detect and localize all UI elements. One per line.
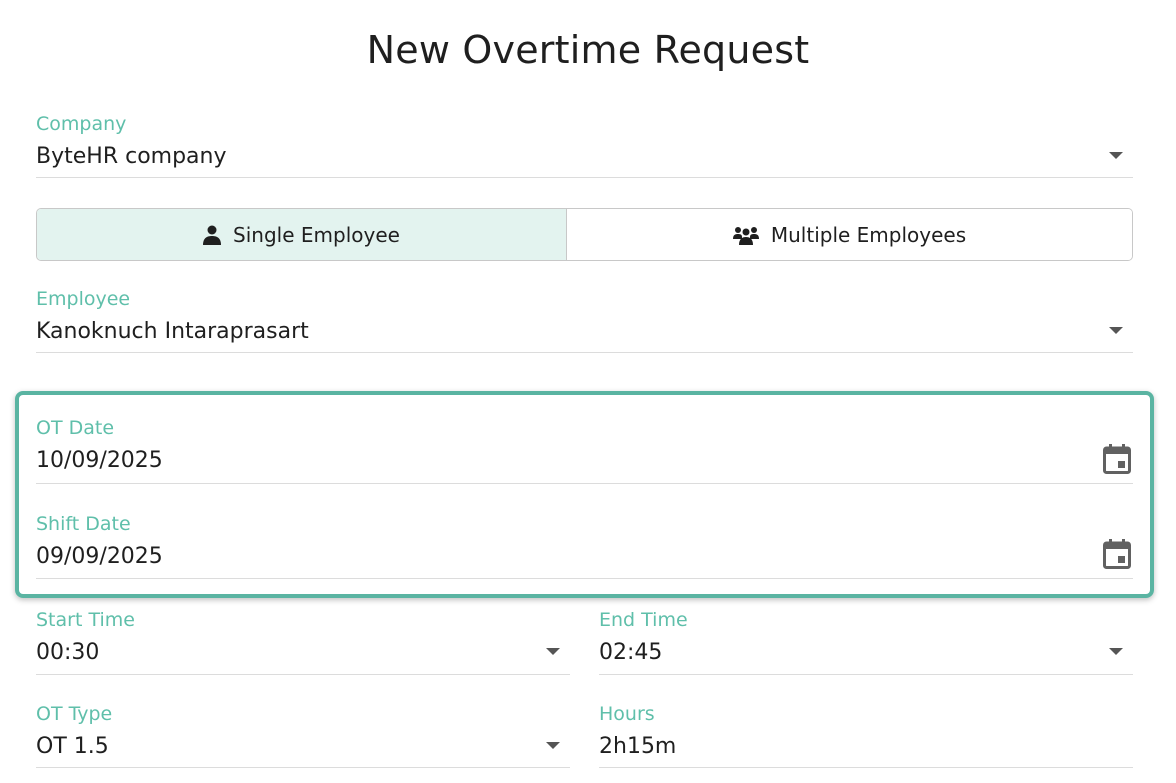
end-time-underline — [599, 674, 1133, 675]
hours-label: Hours — [599, 703, 655, 725]
ot-type-underline — [36, 767, 570, 768]
chevron-down-icon[interactable] — [1109, 152, 1123, 159]
chevron-down-icon[interactable] — [546, 648, 560, 655]
end-time-select[interactable]: End Time 02:45 — [599, 608, 1133, 675]
shift-date-value: 09/09/2025 — [36, 544, 163, 569]
ot-date-label: OT Date — [36, 417, 115, 439]
ot-type-select[interactable]: OT Type OT 1.5 — [36, 702, 570, 768]
ot-type-label: OT Type — [36, 703, 113, 725]
single-employee-label: Single Employee — [233, 222, 400, 247]
chevron-down-icon[interactable] — [546, 742, 560, 749]
start-time-label: Start Time — [36, 609, 135, 631]
employee-value: Kanoknuch Intaraprasart — [36, 319, 309, 344]
end-time-value: 02:45 — [599, 640, 663, 665]
ot-date-field[interactable]: OT Date 10/09/2025 — [36, 416, 1133, 484]
calendar-icon[interactable] — [1103, 539, 1131, 569]
hours-field: Hours 2h15m — [599, 702, 1133, 768]
hours-value: 2h15m — [599, 734, 677, 759]
shift-date-underline — [36, 578, 1133, 579]
end-time-label: End Time — [599, 609, 688, 631]
hours-underline — [599, 767, 1133, 768]
shift-date-label: Shift Date — [36, 513, 131, 535]
company-label: Company — [36, 113, 127, 135]
shift-date-field[interactable]: Shift Date 09/09/2025 — [36, 512, 1133, 579]
ot-type-value: OT 1.5 — [36, 734, 109, 759]
employee-select[interactable]: Employee Kanoknuch Intaraprasart — [36, 287, 1133, 353]
calendar-icon[interactable] — [1103, 444, 1131, 474]
ot-date-underline — [36, 483, 1133, 484]
company-value: ByteHR company — [36, 144, 227, 169]
start-time-underline — [36, 674, 570, 675]
company-select[interactable]: Company ByteHR company — [36, 112, 1133, 178]
start-time-select[interactable]: Start Time 00:30 — [36, 608, 570, 675]
multiple-employees-label: Multiple Employees — [770, 222, 967, 247]
chevron-down-icon[interactable] — [1109, 327, 1123, 334]
page-title: New Overtime Request — [366, 28, 810, 72]
employee-underline — [36, 352, 1133, 353]
multiple-employees-button[interactable]: Multiple Employees — [567, 209, 1132, 260]
person-icon — [203, 225, 222, 245]
ot-date-value: 10/09/2025 — [36, 448, 163, 473]
company-underline — [36, 177, 1133, 178]
single-employee-button[interactable]: Single Employee — [37, 209, 567, 260]
employee-label: Employee — [36, 288, 131, 310]
people-group-icon — [732, 226, 759, 245]
chevron-down-icon[interactable] — [1109, 648, 1123, 655]
employee-mode-toggle[interactable]: Single Employee Multiple Employees — [36, 208, 1133, 261]
start-time-value: 00:30 — [36, 640, 100, 665]
